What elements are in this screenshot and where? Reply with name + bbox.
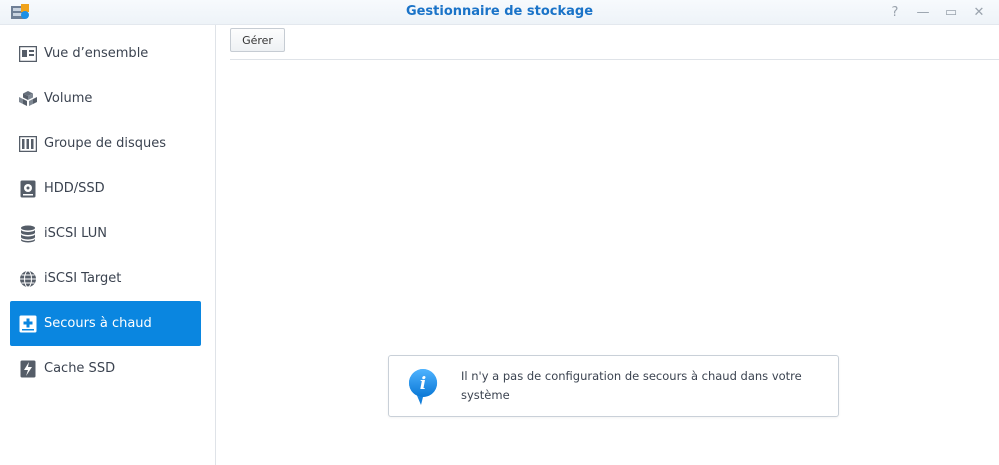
sidebar-item-label: iSCSI LUN	[44, 226, 107, 241]
sidebar-item-label: Secours à chaud	[44, 316, 152, 331]
info-icon: i	[409, 368, 438, 405]
sidebar-item-ssd-cache[interactable]: Cache SSD	[10, 346, 201, 391]
close-button[interactable]: ✕	[965, 2, 993, 22]
sidebar: Vue d’ensemble Volume Groupe de disques …	[0, 25, 216, 465]
minimize-button[interactable]: —	[909, 2, 937, 22]
hot-spare-icon	[18, 314, 38, 334]
sidebar-item-hdd-ssd[interactable]: HDD/SSD	[10, 166, 201, 211]
database-icon	[18, 224, 38, 244]
sidebar-item-label: Volume	[44, 91, 93, 106]
close-icon: ✕	[973, 4, 985, 20]
sidebar-item-label: Groupe de disques	[44, 136, 166, 151]
globe-icon	[18, 269, 38, 289]
svg-text:i: i	[420, 374, 426, 394]
notice-message: Il n'y a pas de configuration de secours…	[461, 369, 802, 402]
sidebar-item-label: HDD/SSD	[44, 181, 105, 196]
sidebar-item-label: Cache SSD	[44, 361, 116, 376]
empty-state-notice: i Il n'y a pas de configuration de secou…	[388, 355, 839, 417]
sidebar-item-label: Vue d’ensemble	[44, 46, 149, 61]
sidebar-item-iscsi-lun[interactable]: iSCSI LUN	[10, 211, 201, 256]
title-bar: Gestionnaire de stockage ? — ▭ ✕	[0, 0, 999, 25]
sidebar-item-iscsi-target[interactable]: iSCSI Target	[10, 256, 201, 301]
sidebar-item-overview[interactable]: Vue d’ensemble	[10, 31, 201, 76]
sidebar-item-volume[interactable]: Volume	[10, 76, 201, 121]
maximize-button[interactable]: ▭	[937, 2, 965, 22]
help-button[interactable]: ?	[881, 2, 909, 22]
window-title: Gestionnaire de stockage	[405, 4, 594, 19]
sidebar-item-label: iSCSI Target	[44, 271, 122, 286]
disk-group-icon	[18, 134, 38, 154]
sidebar-item-disk-group[interactable]: Groupe de disques	[10, 121, 201, 166]
overview-icon	[18, 44, 38, 64]
maximize-icon: ▭	[944, 4, 958, 20]
window-controls: ? — ▭ ✕	[881, 2, 993, 22]
minimize-icon: —	[916, 4, 930, 20]
volume-cubes-icon	[18, 89, 38, 109]
toolbar-divider	[230, 59, 999, 60]
manage-button[interactable]: Gérer	[230, 28, 285, 52]
hdd-icon	[18, 179, 38, 199]
help-icon: ?	[891, 4, 899, 20]
sidebar-item-hot-spare[interactable]: Secours à chaud	[10, 301, 201, 346]
ssd-cache-icon	[18, 359, 38, 379]
